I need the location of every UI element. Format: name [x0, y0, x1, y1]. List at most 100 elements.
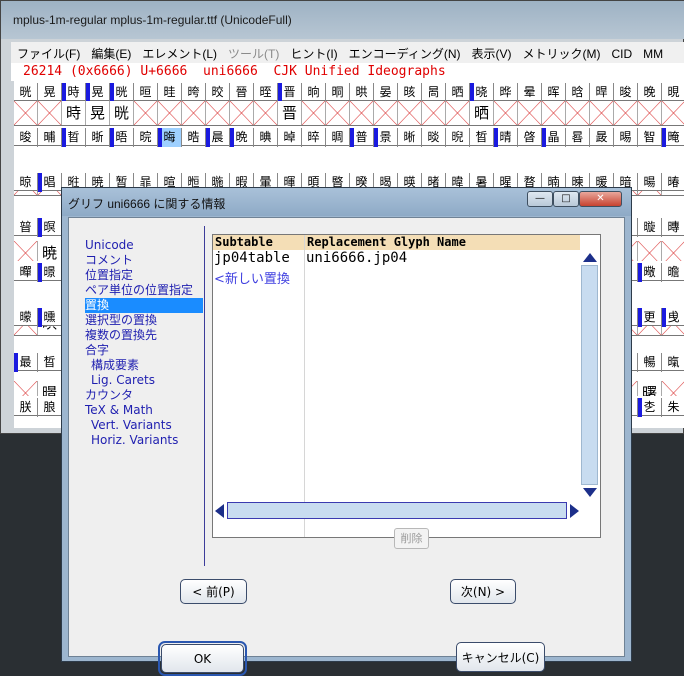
glyph-label-cell[interactable]: 晬	[302, 128, 326, 147]
glyph-label-cell[interactable]: 晄	[14, 83, 38, 102]
glyph-label-cell[interactable]: 晹	[614, 128, 638, 147]
glyph-label-cell[interactable]: 晸	[590, 128, 614, 147]
glyph-label-cell[interactable]: 晉	[230, 83, 254, 102]
sidebar-item[interactable]: カウンタ	[85, 388, 203, 403]
glyph-label-cell[interactable]: 暺	[14, 263, 38, 282]
glyph-label-cell[interactable]: 暘	[638, 173, 662, 192]
sidebar-item[interactable]: Vert. Variants	[85, 418, 203, 433]
menu-item[interactable]: メトリック(M)	[516, 42, 605, 62]
sidebar-item[interactable]: Horiz. Variants	[85, 433, 203, 448]
glyph-label-cell[interactable]: 晩	[230, 128, 254, 147]
glyph-label-cell[interactable]: 晔	[494, 83, 518, 102]
empty-glyph-cell[interactable]	[350, 101, 374, 125]
glyph-label-cell[interactable]: 暷	[662, 218, 684, 237]
scroll-left-arrow[interactable]	[215, 504, 224, 518]
glyph-label-cell[interactable]: 晈	[206, 83, 230, 102]
scroll-right-arrow[interactable]	[570, 504, 579, 518]
column-header-subtable[interactable]: Subtable	[213, 235, 304, 250]
glyph-label-cell[interactable]: 晍	[326, 83, 350, 102]
empty-glyph-cell[interactable]	[422, 101, 446, 125]
glyph-label-cell[interactable]: 晤	[110, 128, 134, 147]
glyph-label-cell[interactable]: 晣	[86, 128, 110, 147]
glyph-label-cell[interactable]: 晑	[422, 83, 446, 102]
prev-button[interactable]: < 前(P)	[180, 579, 247, 604]
glyph-label-cell[interactable]: 晙	[14, 128, 38, 147]
glyph-label-cell[interactable]: 晖	[542, 83, 566, 102]
glyph-label-cell[interactable]: 晰	[398, 128, 422, 147]
empty-glyph-cell[interactable]	[326, 101, 350, 125]
glyph-label-cell[interactable]: 曛	[38, 308, 62, 327]
empty-glyph-cell[interactable]	[134, 101, 158, 125]
glyph-label-cell[interactable]: 晋	[278, 83, 302, 102]
cancel-button[interactable]: キャンセル(C)	[456, 642, 545, 672]
empty-glyph-cell[interactable]	[14, 101, 38, 125]
menu-item[interactable]: MM	[637, 44, 668, 61]
glyph-label-cell[interactable]: 晊	[254, 83, 278, 102]
glyph-label-cell[interactable]: 朱	[662, 398, 684, 417]
scroll-up-arrow[interactable]	[583, 253, 597, 262]
menu-item[interactable]: 表示(V)	[465, 42, 516, 62]
glyph-label-cell[interactable]: 晳	[470, 128, 494, 147]
glyph-label-cell[interactable]: 晙	[614, 83, 638, 102]
glyph-label-cell[interactable]: 晪	[254, 128, 278, 147]
glyph-label-cell[interactable]: 晘	[590, 83, 614, 102]
glyph-label-cell[interactable]: 暻	[38, 263, 62, 282]
glyph-label-cell[interactable]: 曔	[638, 263, 662, 282]
empty-glyph-cell[interactable]	[494, 101, 518, 125]
table-cell-replacement[interactable]: uni6666.jp04	[306, 250, 407, 266]
glyph-label-cell[interactable]: 晆	[158, 83, 182, 102]
delete-button[interactable]: 削除	[394, 528, 429, 549]
glyph-label-cell[interactable]: 晴	[494, 128, 518, 147]
maximize-button[interactable]: □	[553, 191, 579, 207]
new-substitution-entry[interactable]: <新しい置換	[214, 268, 290, 287]
glyph-label-cell[interactable]: 晨	[206, 128, 230, 147]
sidebar-item[interactable]: 合字	[85, 343, 203, 358]
glyph-label-cell[interactable]: 晛	[662, 83, 684, 102]
empty-glyph-cell[interactable]	[302, 101, 326, 125]
sidebar-item[interactable]: 構成要素	[85, 358, 203, 373]
sidebar-item[interactable]: 置換	[85, 298, 203, 313]
empty-glyph-cell[interactable]	[638, 101, 662, 125]
glyph-label-cell[interactable]: 晢	[62, 128, 86, 147]
sidebar-item[interactable]: ペア単位の位置指定	[85, 283, 203, 298]
glyph-label-cell[interactable]: 晚	[638, 83, 662, 102]
glyph-label-cell[interactable]: 晥	[134, 128, 158, 147]
sidebar-item[interactable]: TeX & Math	[85, 403, 203, 418]
glyph-label-cell[interactable]: 晐	[398, 83, 422, 102]
glyph-cell[interactable]: 晋	[278, 101, 302, 125]
sidebar-item[interactable]: Unicode	[85, 238, 203, 253]
glyph-label-cell[interactable]: 晵	[518, 128, 542, 147]
menu-item[interactable]: ヒント(I)	[284, 42, 342, 62]
empty-glyph-cell[interactable]	[230, 101, 254, 125]
horizontal-scroll-thumb[interactable]	[227, 502, 567, 519]
glyph-label-cell[interactable]: 更	[638, 308, 662, 327]
glyph-label-cell[interactable]: 晃	[38, 83, 62, 102]
empty-glyph-cell[interactable]	[566, 101, 590, 125]
glyph-label-cell[interactable]: 晲	[446, 128, 470, 147]
menu-item[interactable]: CID	[605, 44, 637, 61]
empty-glyph-cell[interactable]	[158, 101, 182, 125]
menu-item[interactable]: エレメント(L)	[136, 42, 222, 62]
sidebar-item[interactable]: 複数の置換先	[85, 328, 203, 343]
glyph-label-cell[interactable]: 晎	[350, 83, 374, 102]
glyph-cell[interactable]: 晒	[470, 101, 494, 125]
next-button[interactable]: 次(N) >	[450, 579, 516, 604]
glyph-label-cell[interactable]: 晃	[86, 83, 110, 102]
glyph-label-cell[interactable]: 晳	[38, 353, 62, 372]
glyph-label-cell[interactable]: 晻	[662, 128, 684, 147]
glyph-label-cell[interactable]: 晷	[566, 128, 590, 147]
glyph-label-cell[interactable]: 晌	[302, 83, 326, 102]
glyph-label-cell[interactable]: 暜	[14, 218, 38, 237]
glyph-label-cell[interactable]: 晶	[542, 128, 566, 147]
glyph-label-cell[interactable]: 晭	[326, 128, 350, 147]
vertical-scroll-thumb[interactable]	[581, 265, 598, 485]
column-header-replacement[interactable]: Replacement Glyph Name	[305, 235, 580, 250]
empty-glyph-cell[interactable]	[374, 101, 398, 125]
glyph-cell[interactable]: 晃	[86, 101, 110, 125]
glyph-label-cell[interactable]: 晱	[422, 128, 446, 147]
glyph-label-cell[interactable]: 晓	[470, 83, 494, 102]
glyph-label-cell[interactable]: 朕	[14, 398, 38, 417]
sidebar-item[interactable]: 選択型の置換	[85, 313, 203, 328]
glyph-label-cell[interactable]: 最	[14, 353, 38, 372]
glyph-label-cell[interactable]: 晫	[278, 128, 302, 147]
